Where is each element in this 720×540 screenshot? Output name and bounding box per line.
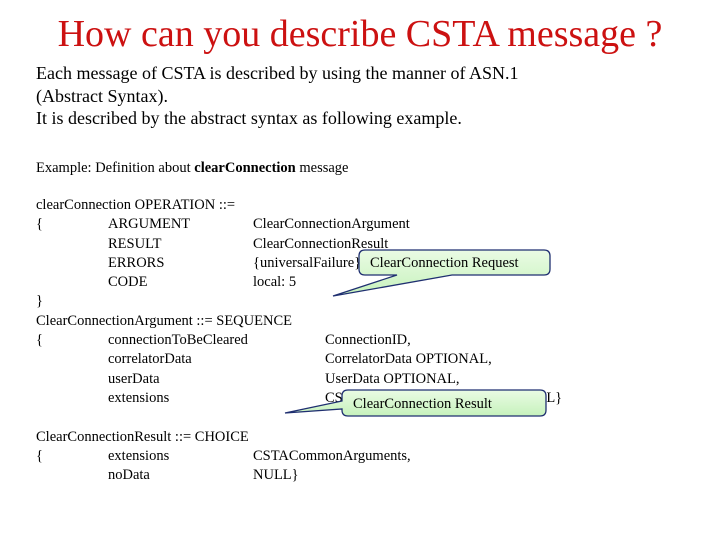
result-value: CSTACommonArguments,: [253, 448, 411, 464]
argument-header: ClearConnectionArgument ::= SEQUENCE: [36, 313, 292, 329]
argument-value: ConnectionID,: [325, 332, 411, 348]
example-heading-suffix: message: [295, 160, 349, 176]
argument-key: userData: [108, 371, 160, 387]
argument-value: CorrelatorData OPTIONAL,: [325, 351, 492, 367]
result-key: extensions: [108, 448, 170, 464]
example-heading-prefix: Example: Definition about: [36, 160, 195, 176]
example-heading: Example: Definition about clearConnectio…: [36, 158, 349, 178]
example-heading-bold: clearConnection: [194, 160, 296, 176]
operation-value: local: 5: [253, 274, 297, 290]
result-key: noData: [108, 467, 150, 483]
operation-value: ClearConnectionResult: [253, 236, 389, 252]
argument-value: UserData OPTIONAL,: [325, 371, 460, 387]
argument-key: connectionToBeCleared: [108, 332, 248, 348]
intro-line: It is described by the abstract syntax a…: [36, 108, 462, 128]
operation-open-brace: {: [36, 216, 43, 232]
operation-header: clearConnection OPERATION ::=: [36, 197, 236, 213]
intro-line: (Abstract Syntax).: [36, 85, 168, 106]
callout-result-label: ClearConnection Result: [353, 396, 492, 412]
result-open-brace: {: [36, 448, 43, 464]
callout-request-label: ClearConnection Request: [370, 255, 519, 271]
operation-value: {universalFailure}: [253, 255, 362, 271]
operation-key: RESULT: [108, 236, 162, 252]
slide-title: How can you describe CSTA message ?: [57, 13, 663, 55]
operation-key: ARGUMENT: [108, 216, 191, 232]
result-value: NULL}: [253, 467, 299, 483]
operation-close-brace: }: [36, 293, 43, 309]
operation-key: CODE: [108, 274, 148, 290]
argument-open-brace: {: [36, 332, 43, 348]
argument-key: correlatorData: [108, 351, 192, 367]
intro-line: Each message of CSTA is described by usi…: [36, 63, 519, 83]
result-header: ClearConnectionResult ::= CHOICE: [36, 429, 249, 445]
intro-paragraph: Each message of CSTA is described by usi…: [36, 62, 518, 130]
operation-value: ClearConnectionArgument: [253, 216, 410, 232]
operation-key: ERRORS: [108, 255, 165, 271]
argument-key: extensions: [108, 390, 170, 406]
